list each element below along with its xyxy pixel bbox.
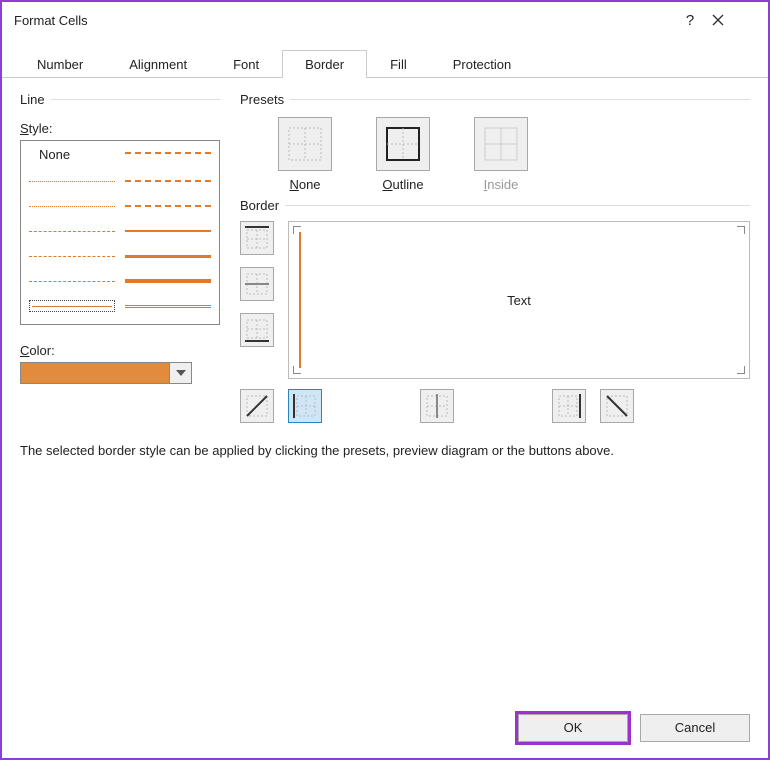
help-button[interactable]: ? bbox=[668, 12, 712, 29]
border-right-button[interactable] bbox=[552, 389, 586, 423]
preset-inside-caption: Inside bbox=[466, 177, 536, 192]
preset-none-button[interactable] bbox=[278, 117, 332, 171]
preset-outline-button[interactable] bbox=[376, 117, 430, 171]
line-style-none[interactable]: None bbox=[29, 147, 115, 162]
preset-outline-caption: Outline bbox=[368, 177, 438, 192]
preset-outline-icon bbox=[377, 118, 429, 170]
line-style-option[interactable] bbox=[29, 175, 115, 187]
close-button[interactable] bbox=[712, 14, 756, 26]
titlebar: Format Cells ? bbox=[2, 2, 768, 38]
color-swatch[interactable] bbox=[20, 362, 170, 384]
preset-none-caption: None bbox=[270, 177, 340, 192]
preview-text: Text bbox=[507, 293, 531, 308]
border-bottom-icon bbox=[241, 314, 273, 346]
border-bottom-button[interactable] bbox=[240, 313, 274, 347]
border-top-icon bbox=[241, 222, 273, 254]
preset-none-icon bbox=[279, 118, 331, 170]
line-group-label: Line bbox=[20, 92, 45, 107]
border-diagonal-down-button[interactable] bbox=[600, 389, 634, 423]
chevron-down-icon bbox=[176, 370, 186, 376]
window-title: Format Cells bbox=[14, 13, 668, 28]
border-top-button[interactable] bbox=[240, 221, 274, 255]
border-horizontal-inside-button[interactable] bbox=[240, 267, 274, 301]
line-style-option[interactable] bbox=[125, 175, 211, 187]
diagonal-down-icon bbox=[601, 390, 633, 422]
border-group-label: Border bbox=[240, 198, 279, 213]
line-style-option[interactable] bbox=[125, 250, 211, 262]
format-cells-dialog: Format Cells ? Number Alignment Font Bor… bbox=[0, 0, 770, 760]
border-right-icon bbox=[553, 390, 585, 422]
preset-inside-button[interactable] bbox=[474, 117, 528, 171]
tab-number[interactable]: Number bbox=[14, 50, 106, 78]
line-style-option[interactable] bbox=[125, 275, 211, 287]
tab-protection[interactable]: Protection bbox=[430, 50, 535, 78]
border-preview[interactable]: Text bbox=[288, 221, 750, 379]
line-style-list[interactable]: None bbox=[20, 140, 220, 325]
line-style-option[interactable] bbox=[125, 200, 211, 212]
line-style-option[interactable] bbox=[125, 300, 211, 312]
line-style-option[interactable] bbox=[29, 225, 115, 237]
line-style-option[interactable] bbox=[125, 225, 211, 237]
cancel-button[interactable]: Cancel bbox=[640, 714, 750, 742]
diagonal-up-icon bbox=[241, 390, 273, 422]
line-style-option[interactable] bbox=[125, 147, 211, 159]
line-style-option[interactable] bbox=[29, 275, 115, 287]
line-style-option-selected[interactable] bbox=[29, 300, 115, 312]
ok-button[interactable]: OK bbox=[518, 714, 628, 742]
preview-left-border bbox=[299, 232, 301, 368]
border-vinside-icon bbox=[421, 390, 453, 422]
presets-group-label: Presets bbox=[240, 92, 284, 107]
tab-strip: Number Alignment Font Border Fill Protec… bbox=[2, 38, 768, 78]
color-dropdown-button[interactable] bbox=[170, 362, 192, 384]
tab-border[interactable]: Border bbox=[282, 50, 367, 78]
tab-alignment[interactable]: Alignment bbox=[106, 50, 210, 78]
line-group: Line Style: None bbox=[20, 92, 220, 423]
tab-fill[interactable]: Fill bbox=[367, 50, 430, 78]
style-label: Style: bbox=[20, 121, 220, 136]
line-style-option[interactable] bbox=[29, 200, 115, 212]
border-left-button[interactable] bbox=[288, 389, 322, 423]
tab-font[interactable]: Font bbox=[210, 50, 282, 78]
border-hinside-icon bbox=[241, 268, 273, 300]
hint-text: The selected border style can be applied… bbox=[2, 423, 768, 458]
color-label: Color: bbox=[20, 343, 220, 358]
line-style-option[interactable] bbox=[29, 250, 115, 262]
border-left-icon bbox=[289, 390, 321, 422]
border-vertical-inside-button[interactable] bbox=[420, 389, 454, 423]
preset-inside-icon bbox=[475, 118, 527, 170]
border-diagonal-up-button[interactable] bbox=[240, 389, 274, 423]
